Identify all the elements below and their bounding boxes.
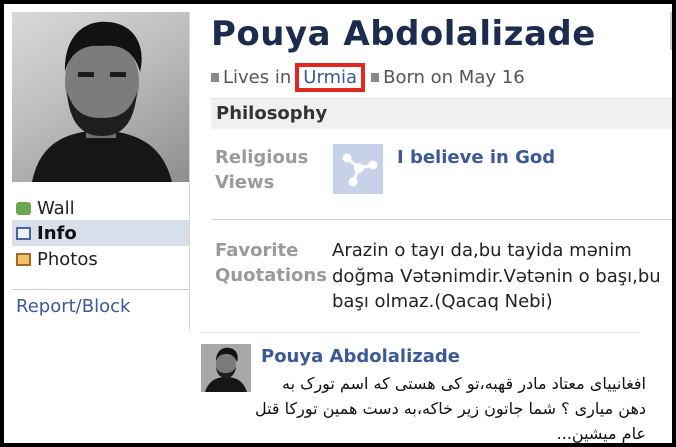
lives-in-label: Lives in xyxy=(223,67,292,88)
wall-icon xyxy=(16,201,31,215)
favorite-quotations-label: Favorite Quotations xyxy=(215,238,327,288)
network-icon[interactable] xyxy=(333,144,383,194)
nav-wall-label: Wall xyxy=(37,197,75,219)
profile-name: Pouya Abdolalizade xyxy=(211,14,596,54)
nav-info-label: Info xyxy=(37,222,77,244)
scrollbar[interactable] xyxy=(670,12,672,50)
row-divider xyxy=(211,219,672,220)
favorite-quotations-label-line2: Quotations xyxy=(215,265,327,286)
network-icon-glyph xyxy=(342,153,378,187)
nav-photos[interactable]: Photos xyxy=(12,246,189,272)
column-divider xyxy=(189,12,190,330)
report-block-link[interactable]: Report/Block xyxy=(16,296,130,317)
post-author-link[interactable]: Pouya Abdolalizade xyxy=(261,346,460,367)
post-avatar-image xyxy=(201,344,251,392)
post-text: افغانییای معتاد مادر قهبه،تو کی هستی که … xyxy=(254,374,646,443)
favorite-quotations-label-line1: Favorite xyxy=(215,240,299,261)
nav-divider xyxy=(12,289,189,290)
profile-page: Wall Info Photos Report/Block Pouya Abdo… xyxy=(0,0,676,447)
religious-views-link[interactable]: I believe in God xyxy=(397,147,555,168)
info-icon xyxy=(16,226,31,240)
nav-photos-label: Photos xyxy=(37,248,98,270)
profile-subline: Lives in Urmia Born on May 16 xyxy=(211,63,525,92)
religious-views-label-line2: Views xyxy=(215,172,275,193)
birthday-icon xyxy=(371,73,380,82)
religious-views-label-line1: Religious xyxy=(215,147,309,168)
profile-photo-image xyxy=(32,21,172,182)
city-link[interactable]: Urmia xyxy=(295,63,366,92)
nav-info[interactable]: Info xyxy=(12,220,189,246)
post-avatar[interactable] xyxy=(201,344,251,392)
profile-photo[interactable] xyxy=(12,12,189,182)
home-icon xyxy=(211,73,219,82)
favorite-quotations-text: Arazin o tayı da,bu tayida mənim doğma V… xyxy=(332,240,661,312)
photos-icon xyxy=(16,252,31,266)
nav-wall[interactable]: Wall xyxy=(12,195,189,221)
post-divider xyxy=(201,332,639,333)
religious-views-label: Religious Views xyxy=(215,145,325,195)
born-text: Born on May 16 xyxy=(383,67,525,88)
philosophy-title: Philosophy xyxy=(216,103,328,124)
